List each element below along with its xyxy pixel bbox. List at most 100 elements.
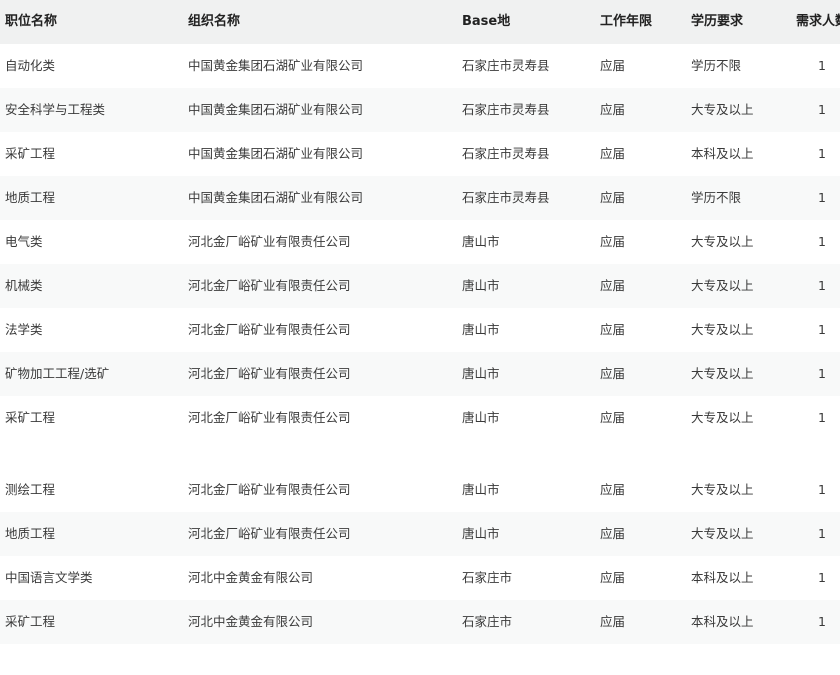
cell-base: 石家庄市灵寿县: [462, 58, 550, 73]
table-row[interactable]: 采矿工程 河北中金黄金有限公司 石家庄市 应届 本科及以上 1: [0, 600, 840, 644]
table-body-a: 自动化类 中国黄金集团石湖矿业有限公司 石家庄市灵寿县 应届 学历不限 1 安全科学与工程类…: [0, 44, 840, 440]
cell-base: 唐山市: [462, 234, 500, 249]
cell-headcount: 1: [818, 482, 826, 497]
table-row[interactable]: 地质工程 河北金厂峪矿业有限责任公司 唐山市 应届 大专及以上 1: [0, 512, 840, 556]
cell-organization: 河北金厂峪矿业有限责任公司: [188, 234, 351, 249]
cell-position: 地质工程: [5, 190, 56, 205]
table-row[interactable]: 法学类 河北金厂峪矿业有限责任公司 唐山市 应届 大专及以上 1: [0, 308, 840, 352]
cell-organization: 河北金厂峪矿业有限责任公司: [188, 482, 351, 497]
cell-organization: 河北金厂峪矿业有限责任公司: [188, 366, 351, 381]
cell-experience: 应届: [600, 234, 626, 249]
cell-position: 地质工程: [5, 526, 56, 541]
table-row[interactable]: 采矿工程 河北金厂峪矿业有限责任公司 唐山市 应届 大专及以上 1: [0, 396, 840, 440]
cell-experience: 应届: [600, 482, 626, 497]
table-row[interactable]: 地质工程 中国黄金集团石湖矿业有限公司 石家庄市灵寿县 应届 学历不限 1: [0, 176, 840, 220]
cell-organization: 中国黄金集团石湖矿业有限公司: [188, 102, 364, 117]
cell-education: 本科及以上: [691, 614, 754, 629]
cell-experience: 应届: [600, 366, 626, 381]
header-education[interactable]: 学历要求: [691, 0, 786, 44]
cell-headcount: 1: [818, 102, 826, 117]
table-row[interactable]: 自动化类 中国黄金集团石湖矿业有限公司 石家庄市灵寿县 应届 学历不限 1: [0, 44, 840, 88]
cell-position: 采矿工程: [5, 146, 56, 161]
cell-education: 大专及以上: [691, 234, 754, 249]
table-gap: [0, 440, 840, 468]
cell-position: 矿物加工工程/选矿: [5, 366, 110, 381]
table-row[interactable]: 中国语言文学类 河北中金黄金有限公司 石家庄市 应届 本科及以上 1: [0, 556, 840, 600]
cell-experience: 应届: [600, 146, 626, 161]
cell-base: 石家庄市: [462, 614, 513, 629]
cell-education: 大专及以上: [691, 278, 754, 293]
table-row[interactable]: 矿物加工工程/选矿 河北金厂峪矿业有限责任公司 唐山市 应届 大专及以上 1: [0, 352, 840, 396]
table-row[interactable]: 机械类 河北金厂峪矿业有限责任公司 唐山市 应届 大专及以上 1: [0, 264, 840, 308]
header-base[interactable]: Base地: [462, 0, 592, 44]
cell-base: 唐山市: [462, 410, 500, 425]
cell-education: 本科及以上: [691, 146, 754, 161]
cell-headcount: 1: [818, 146, 826, 161]
cell-organization: 中国黄金集团石湖矿业有限公司: [188, 190, 364, 205]
header-headcount[interactable]: 需求人数: [796, 0, 840, 44]
cell-position: 采矿工程: [5, 614, 56, 629]
cell-experience: 应届: [600, 58, 626, 73]
cell-headcount: 1: [818, 58, 826, 73]
cell-base: 唐山市: [462, 526, 500, 541]
table-row[interactable]: 电气类 河北金厂峪矿业有限责任公司 唐山市 应届 大专及以上 1: [0, 220, 840, 264]
cell-position: 法学类: [5, 322, 43, 337]
cell-position: 中国语言文学类: [5, 570, 93, 585]
cell-organization: 河北金厂峪矿业有限责任公司: [188, 526, 351, 541]
cell-base: 石家庄市灵寿县: [462, 102, 550, 117]
cell-experience: 应届: [600, 102, 626, 117]
header-experience[interactable]: 工作年限: [600, 0, 680, 44]
cell-headcount: 1: [818, 234, 826, 249]
cell-experience: 应届: [600, 278, 626, 293]
cell-position: 电气类: [5, 234, 43, 249]
cell-education: 学历不限: [691, 190, 742, 205]
cell-education: 大专及以上: [691, 102, 754, 117]
cell-education: 学历不限: [691, 58, 742, 73]
cell-position: 测绘工程: [5, 482, 56, 497]
table-header: 职位名称 组织名称 Base地 工作年限 学历要求 需求人数: [0, 0, 840, 44]
table-row[interactable]: 测绘工程 河北金厂峪矿业有限责任公司 唐山市 应届 大专及以上 1: [0, 468, 840, 512]
cell-base: 唐山市: [462, 322, 500, 337]
cell-base: 唐山市: [462, 482, 500, 497]
cell-headcount: 1: [818, 322, 826, 337]
cell-education: 大专及以上: [691, 366, 754, 381]
cell-organization: 河北中金黄金有限公司: [188, 570, 314, 585]
cell-education: 大专及以上: [691, 526, 754, 541]
header-organization[interactable]: 组织名称: [188, 0, 450, 44]
cell-headcount: 1: [818, 190, 826, 205]
cell-base: 唐山市: [462, 366, 500, 381]
cell-headcount: 1: [818, 278, 826, 293]
cell-experience: 应届: [600, 526, 626, 541]
jobs-table: 职位名称 组织名称 Base地 工作年限 学历要求 需求人数 自动化类中国黄金集…: [0, 0, 840, 644]
table-row[interactable]: 安全科学与工程类 中国黄金集团石湖矿业有限公司 石家庄市灵寿县 应届 大专及以上 1: [0, 88, 840, 132]
cell-experience: 应届: [600, 570, 626, 585]
cell-headcount: 1: [818, 570, 826, 585]
cell-base: 石家庄市: [462, 570, 513, 585]
cell-position: 安全科学与工程类: [5, 102, 106, 117]
cell-education: 大专及以上: [691, 482, 754, 497]
cell-education: 大专及以上: [691, 410, 754, 425]
cell-organization: 河北金厂峪矿业有限责任公司: [188, 278, 351, 293]
cell-experience: 应届: [600, 190, 626, 205]
cell-base: 石家庄市灵寿县: [462, 146, 550, 161]
cell-organization: 河北中金黄金有限公司: [188, 614, 314, 629]
cell-experience: 应届: [600, 410, 626, 425]
cell-headcount: 1: [818, 366, 826, 381]
cell-headcount: 1: [818, 614, 826, 629]
cell-experience: 应届: [600, 322, 626, 337]
cell-education: 大专及以上: [691, 322, 754, 337]
cell-organization: 河北金厂峪矿业有限责任公司: [188, 410, 351, 425]
cell-base: 唐山市: [462, 278, 500, 293]
cell-education: 本科及以上: [691, 570, 754, 585]
table-row[interactable]: 采矿工程 中国黄金集团石湖矿业有限公司 石家庄市灵寿县 应届 本科及以上 1: [0, 132, 840, 176]
header-position[interactable]: 职位名称: [5, 0, 175, 44]
cell-organization: 中国黄金集团石湖矿业有限公司: [188, 146, 364, 161]
cell-organization: 河北金厂峪矿业有限责任公司: [188, 322, 351, 337]
table-body-b: 测绘工程 河北金厂峪矿业有限责任公司 唐山市 应届 大专及以上 1 地质工程 河北金厂峪矿业有…: [0, 468, 840, 644]
cell-headcount: 1: [818, 410, 826, 425]
cell-position: 自动化类: [5, 58, 56, 73]
cell-experience: 应届: [600, 614, 626, 629]
cell-position: 采矿工程: [5, 410, 56, 425]
cell-organization: 中国黄金集团石湖矿业有限公司: [188, 58, 364, 73]
cell-base: 石家庄市灵寿县: [462, 190, 550, 205]
